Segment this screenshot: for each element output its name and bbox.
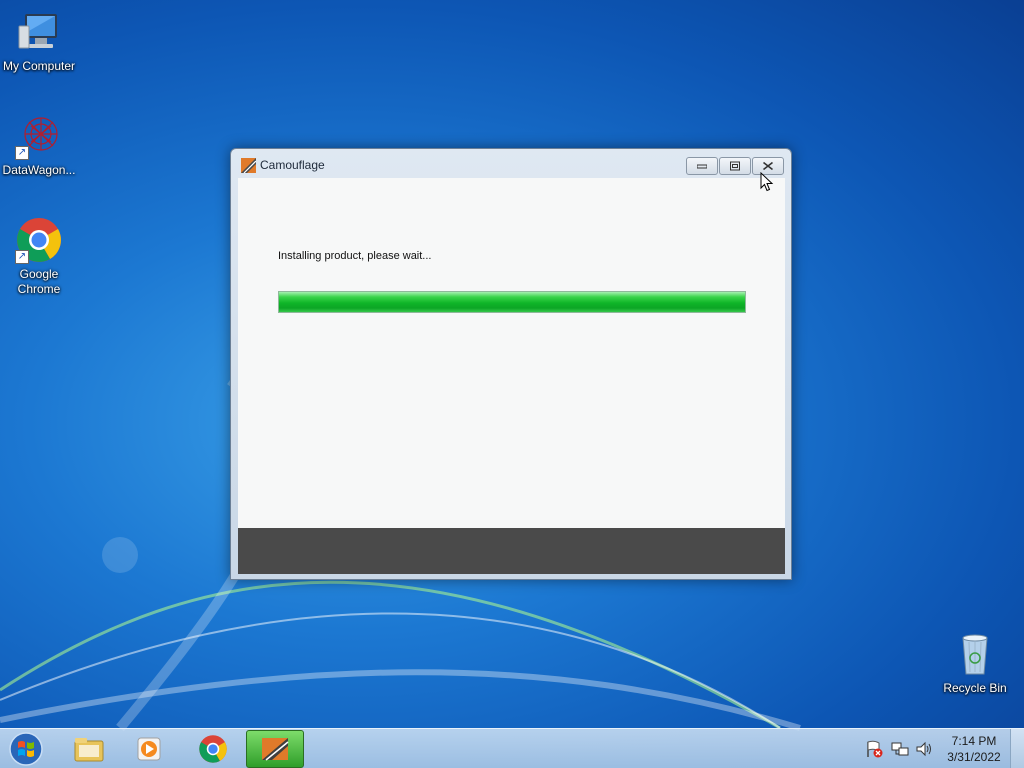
desktop-icon-label: Recycle Bin (943, 681, 1007, 695)
desktop-icon-google-chrome[interactable]: ↗ Google Chrome (0, 216, 78, 297)
taskbar-clock[interactable]: 7:14 PM 3/31/2022 (936, 733, 1012, 765)
show-desktop-button[interactable] (1010, 729, 1024, 768)
minimize-button[interactable] (686, 157, 718, 175)
install-status-text: Installing product, please wait... (278, 250, 432, 262)
datawagon-icon: ↗ (15, 112, 63, 160)
shortcut-arrow-icon: ↗ (15, 146, 29, 160)
recycle-bin-icon (951, 630, 999, 678)
taskbar: 7:14 PM 3/31/2022 (0, 728, 1024, 768)
maximize-icon (730, 161, 740, 171)
chrome-icon: ↗ (15, 216, 63, 264)
install-progress-bar (278, 291, 746, 313)
maximize-button[interactable] (719, 157, 751, 175)
clock-date: 3/31/2022 (947, 750, 1001, 764)
taskbar-media-player[interactable] (120, 730, 178, 768)
desktop-icon-datawagon[interactable]: ↗ DataWagon... (0, 112, 78, 178)
installer-content: Installing product, please wait... (238, 178, 785, 574)
taskbar-chrome[interactable] (184, 730, 242, 768)
desktop-icon-my-computer[interactable]: My Computer (0, 8, 78, 74)
camouflage-app-icon (241, 158, 256, 173)
desktop-icon-label: DataWagon... (2, 163, 76, 177)
minimize-icon (697, 164, 707, 169)
desktop-icon-label: Google Chrome (17, 267, 61, 296)
desktop-icon-label: My Computer (2, 59, 76, 73)
window-title: Camouflage (260, 158, 325, 172)
camouflage-icon (262, 738, 289, 761)
network-icon[interactable] (890, 739, 910, 759)
shortcut-arrow-icon: ↗ (15, 250, 29, 264)
start-button[interactable] (6, 731, 46, 767)
progress-fill (279, 292, 745, 312)
action-center-flag-icon[interactable] (864, 739, 884, 759)
close-icon (763, 161, 773, 171)
file-explorer-icon (74, 738, 104, 762)
computer-icon (15, 8, 63, 56)
window-titlebar[interactable]: Camouflage (231, 149, 791, 179)
taskbar-file-explorer[interactable] (60, 730, 118, 768)
mouse-cursor-icon (760, 172, 774, 192)
clock-time: 7:14 PM (951, 734, 997, 748)
desktop-icon-recycle-bin[interactable]: Recycle Bin (936, 630, 1014, 696)
taskbar-camouflage[interactable] (246, 730, 304, 768)
installer-window: Camouflage Installing product, please wa… (230, 148, 792, 580)
media-player-icon (137, 737, 161, 761)
installer-footer-bar (238, 528, 785, 574)
chrome-icon (199, 735, 227, 763)
windows-start-icon (9, 732, 43, 766)
volume-icon[interactable] (914, 739, 934, 759)
